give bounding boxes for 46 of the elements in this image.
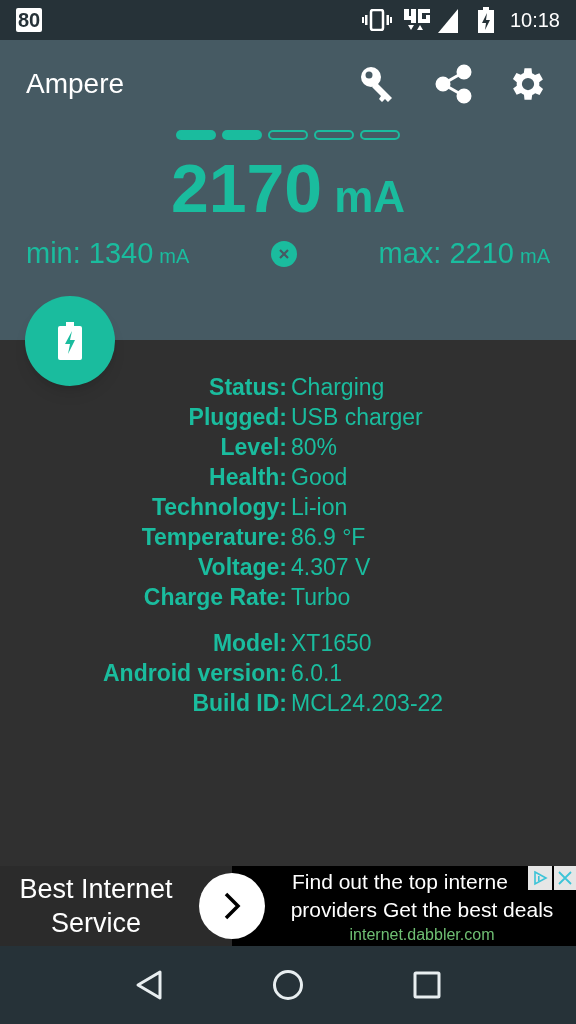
- info-label: Temperature:: [141, 523, 287, 552]
- home-icon[interactable]: [272, 969, 304, 1001]
- signal-icon: [401, 7, 460, 33]
- min-reading: min: 1340: [26, 236, 154, 271]
- info-value: MCL24.203-22: [290, 689, 444, 718]
- info-label: Health:: [209, 463, 287, 492]
- info-value: Good: [290, 463, 348, 492]
- info-label: Charge Rate:: [143, 583, 287, 612]
- battery-charging-icon: [477, 7, 494, 33]
- ad-banner[interactable]: Best Internet Service Find out the top interne providers Get the best deals internet.dabbler.com: [0, 866, 576, 946]
- current-reading: 2170: [170, 149, 323, 228]
- reading-unit: mA: [334, 171, 406, 223]
- info-value: Li-ion: [290, 493, 348, 522]
- recents-icon[interactable]: [413, 971, 442, 999]
- close-icon: [277, 247, 290, 260]
- back-icon[interactable]: [134, 969, 163, 1001]
- reset-button[interactable]: [270, 240, 297, 267]
- info-label: Build ID:: [192, 689, 287, 718]
- info-value: 80%: [290, 433, 338, 462]
- info-value: XT1650: [290, 629, 372, 658]
- min-unit: mA: [159, 244, 190, 269]
- ad-text: Find out the top interne: [291, 869, 508, 895]
- max-unit: mA: [520, 244, 550, 269]
- info-value: USB charger: [290, 403, 423, 432]
- clock: 10:18: [509, 8, 560, 33]
- info-label: Plugged:: [188, 403, 287, 432]
- chevron-right-icon: [222, 891, 242, 921]
- app-title: Ampere: [26, 67, 125, 101]
- info-label: Level:: [220, 433, 287, 462]
- info-label: Model:: [212, 629, 287, 658]
- info-value: 86.9 °F: [290, 523, 366, 552]
- ad-url: internet.dabbler.com: [349, 925, 495, 945]
- info-value: Turbo: [290, 583, 351, 612]
- info-value: 6.0.1: [290, 659, 343, 688]
- battery-charging-icon: [58, 322, 82, 360]
- info-label: Status:: [209, 373, 287, 402]
- info-label: Technology:: [152, 493, 287, 522]
- max-reading: max: 2210: [378, 236, 514, 271]
- notification-badge: 80: [16, 8, 43, 32]
- ad-text: providers Get the best deals: [290, 897, 554, 923]
- info-value: Charging: [290, 373, 385, 402]
- info-label: Voltage:: [197, 553, 287, 582]
- info-label: Android version:: [103, 659, 287, 688]
- ad-headline: Best Internet Service: [18, 873, 174, 940]
- vibrate-icon: [361, 9, 392, 31]
- info-value: 4.307 V: [290, 553, 371, 582]
